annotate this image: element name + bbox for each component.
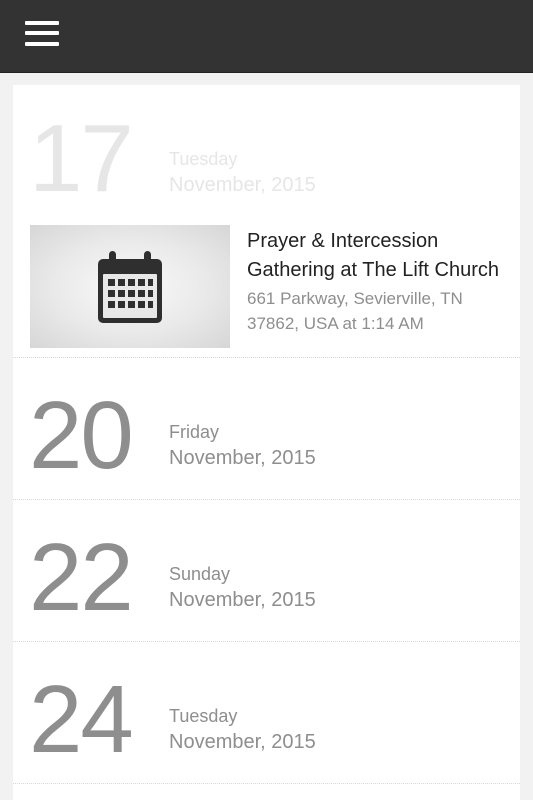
day-group-17: 17 Tuesday November, 2015 Prayer & Inter… [13, 85, 520, 358]
event-location: 661 Parkway, Sevierville, TN 37862, USA … [247, 289, 463, 333]
day-number: 17 [29, 105, 134, 212]
event-item[interactable]: Prayer & Intercession Gathering at The L… [30, 225, 520, 348]
day-number: 22 [29, 524, 134, 631]
day-month-year: November, 2015 [169, 174, 316, 196]
app-header [0, 0, 533, 73]
day-month-year: November, 2015 [169, 731, 316, 753]
day-group-22[interactable]: 22 Sunday November, 2015 [13, 500, 520, 642]
event-thumbnail [30, 225, 230, 348]
day-month-year: November, 2015 [169, 447, 316, 469]
day-weekday: Sunday [169, 564, 231, 584]
day-number: 20 [29, 382, 134, 489]
calendar-icon [98, 251, 162, 323]
day-weekday: Tuesday [169, 149, 238, 169]
hamburger-menu-icon[interactable] [25, 21, 59, 47]
day-month-year: November, 2015 [169, 589, 316, 611]
event-title: Prayer & Intercession Gathering at The L… [247, 230, 499, 281]
day-number: 24 [29, 666, 134, 773]
day-weekday: Tuesday [169, 706, 238, 726]
day-group-24[interactable]: 24 Tuesday November, 2015 [13, 642, 520, 784]
day-group-20[interactable]: 20 Friday November, 2015 [13, 358, 520, 500]
day-weekday: Friday [169, 422, 220, 442]
event-list: 17 Tuesday November, 2015 Prayer & Inter… [13, 85, 520, 800]
